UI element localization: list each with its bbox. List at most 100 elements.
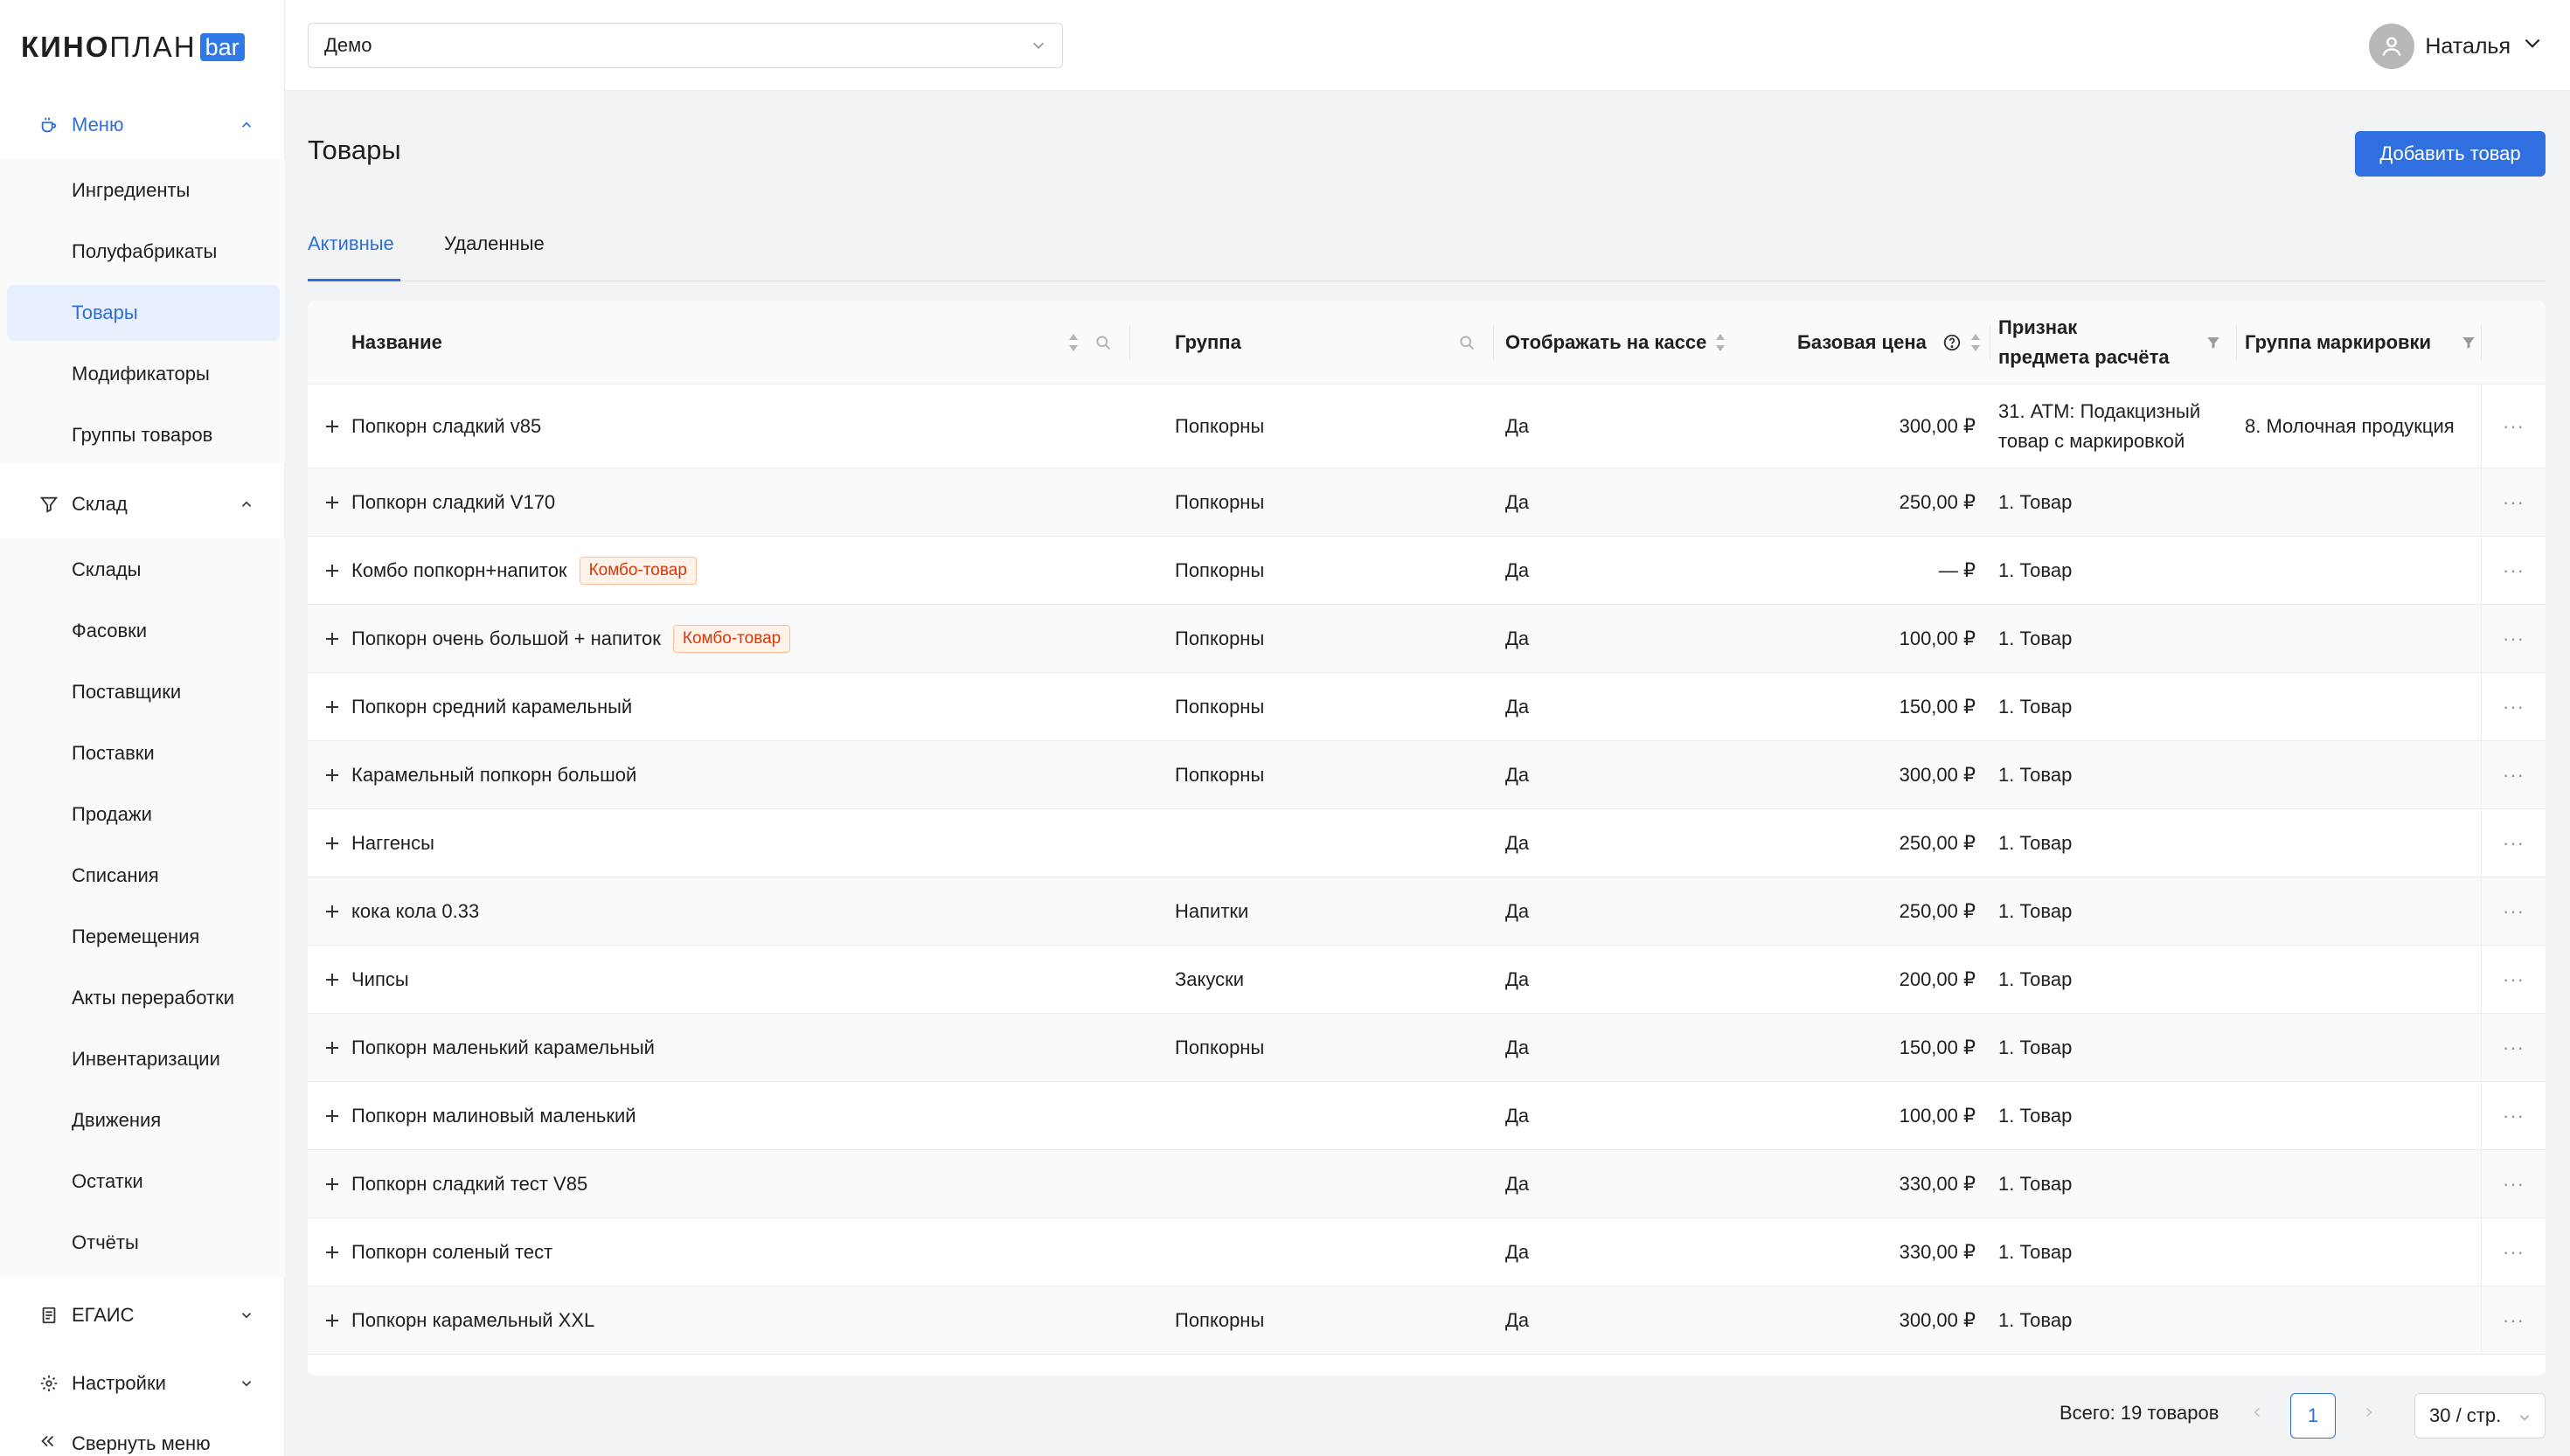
prev-page-button[interactable] [2245,1400,2269,1425]
sidebar-group-warehouse[interactable]: Склад [0,470,285,538]
product-name[interactable]: кока кола 0.33 [351,900,479,923]
more-icon[interactable]: ··· [2481,1014,2546,1081]
sidebar-item-reports[interactable]: Отчёты [7,1215,280,1271]
table-row[interactable]: Попкорн карамельный XXL Попкорны Да 300,00 … [308,1286,2546,1355]
more-icon[interactable]: ··· [2481,1218,2546,1286]
sidebar-item-transfers[interactable]: Перемещения [7,909,280,965]
product-name[interactable]: Попкорн сладкий v85 [351,415,541,438]
more-icon[interactable]: ··· [2481,468,2546,536]
plus-icon[interactable] [322,492,343,513]
more-icon[interactable]: ··· [2481,741,2546,808]
sidebar-item-packagings[interactable]: Фасовки [7,603,280,659]
product-name[interactable]: Попкорн маленький карамельный [351,1037,655,1059]
payment-subject-text: 1. Товар [1998,899,2073,922]
more-icon[interactable]: ··· [2481,877,2546,945]
table-row[interactable]: Карамельный попкорн большой Попкорны Да 300… [308,741,2546,809]
next-page-button[interactable] [2357,1400,2381,1425]
table-row[interactable]: Попкорн малиновый маленький Да 100,00 ₽ 1. … [308,1082,2546,1150]
product-name[interactable]: Чипсы [351,968,409,991]
sidebar-item-deliveries[interactable]: Поставки [7,725,280,781]
sidebar-item-processing-acts[interactable]: Акты переработки [7,970,280,1026]
sidebar-item-ingredients[interactable]: Ингредиенты [7,163,280,218]
sort-icon[interactable] [1712,329,1729,356]
sidebar-item-warehouses[interactable]: Склады [7,542,280,598]
cell-name: Попкорн сладкий тест V85 [351,1150,587,1217]
table-row[interactable]: Попкорн сладкий V170 Попкорны Да 250,00 ₽ 1.… [308,468,2546,537]
table-row[interactable]: кока кола 0.33 Напитки Да 250,00 ₽ 1. Товар ·… [308,877,2546,946]
table-row[interactable]: Попкорн сладкий тест V85 Да 330,00 ₽ 1. Тов… [308,1150,2546,1218]
plus-icon[interactable] [322,628,343,649]
sidebar-item-suppliers[interactable]: Поставщики [7,664,280,720]
table-row[interactable]: Попкорн маленький карамельный Попкорны Да 1… [308,1014,2546,1082]
sort-icon[interactable] [1065,329,1082,356]
table-row[interactable]: Комбо попкорн+напиток Комбо-товар Попкорны… [308,537,2546,605]
product-name[interactable]: Попкорн карамельный XXL [351,1309,594,1332]
tab-deleted[interactable]: Удаленные [444,232,545,281]
product-name[interactable]: Попкорн соленый тест [351,1241,552,1264]
table-row[interactable]: Попкорн сладкий v85 Попкорны Да 300,00 ₽ 31.… [308,385,2546,468]
filter-icon[interactable] [2203,329,2224,356]
sidebar-item-inventories[interactable]: Инвентаризации [7,1031,280,1087]
plus-icon[interactable] [322,969,343,990]
sidebar-group-settings[interactable]: Настройки [0,1349,285,1418]
plus-icon[interactable] [322,1037,343,1058]
help-icon[interactable] [1941,329,1963,356]
product-name[interactable]: Комбо попкорн+напиток [351,559,567,582]
more-icon[interactable]: ··· [2481,537,2546,604]
logo[interactable]: КИНО ПЛАН bar [21,30,245,65]
plus-icon[interactable] [322,901,343,922]
more-icon[interactable]: ··· [2481,605,2546,672]
page-button-current[interactable]: 1 [2290,1393,2336,1439]
product-name[interactable]: Наггенсы [351,832,434,855]
tab-active[interactable]: Активные [308,232,400,281]
sidebar-item-label: Склады [72,558,142,580]
sidebar-item-modifiers[interactable]: Модификаторы [7,346,280,402]
product-name[interactable]: Попкорн очень большой + напиток [351,627,661,650]
add-product-button[interactable]: Добавить товар [2355,131,2546,177]
more-icon[interactable]: ··· [2481,385,2546,468]
product-name[interactable]: Попкорн сладкий тест V85 [351,1173,587,1196]
sidebar-group-menu[interactable]: Меню [0,91,285,159]
sidebar-item-products[interactable]: Товары [7,285,280,341]
page-size-select[interactable]: 30 / стр. [2414,1393,2546,1439]
sidebar-item-sales[interactable]: Продажи [7,787,280,842]
more-icon[interactable]: ··· [2481,1150,2546,1217]
plus-icon[interactable] [322,1310,343,1331]
user-menu[interactable]: Наталья [2369,23,2544,70]
table-row[interactable]: Попкорн средний карамельный Попкорны Да 150… [308,673,2546,741]
cell-payment-subject: 1. Товар [1998,673,2072,740]
sidebar-group-egais[interactable]: ЕГАИС [0,1281,285,1349]
plus-icon[interactable] [322,560,343,581]
more-icon[interactable]: ··· [2481,1082,2546,1149]
collapse-menu-button[interactable]: Свернуть меню [0,1426,285,1456]
table-row[interactable]: Чипсы Закуски Да 200,00 ₽ 1. Товар ··· [308,946,2546,1014]
plus-icon[interactable] [322,1242,343,1263]
plus-icon[interactable] [322,416,343,437]
search-icon[interactable] [1093,329,1114,356]
sidebar-item-movements[interactable]: Движения [7,1092,280,1148]
product-name[interactable]: Попкорн средний карамельный [351,696,632,718]
sidebar-item-semi-finished[interactable]: Полуфабрикаты [7,224,280,280]
plus-icon[interactable] [322,1106,343,1127]
plus-icon[interactable] [322,697,343,718]
sort-icon[interactable] [1967,329,1984,356]
table-row[interactable]: Попкорн соленый тест Да 330,00 ₽ 1. Товар ··… [308,1218,2546,1286]
product-name[interactable]: Карамельный попкорн большой [351,764,636,787]
more-icon[interactable]: ··· [2481,809,2546,877]
filter-icon[interactable] [2458,329,2479,356]
cinema-select[interactable]: Демо [308,23,1063,68]
search-icon[interactable] [1456,329,1477,356]
sidebar-item-product-groups[interactable]: Группы товаров [7,407,280,463]
more-icon[interactable]: ··· [2481,673,2546,740]
plus-icon[interactable] [322,765,343,786]
product-name[interactable]: Попкорн сладкий V170 [351,491,555,514]
product-name[interactable]: Попкорн малиновый маленький [351,1105,636,1127]
more-icon[interactable]: ··· [2481,1286,2546,1354]
table-row[interactable]: Попкорн очень большой + напиток Комбо-тов… [308,605,2546,673]
sidebar-item-write-offs[interactable]: Списания [7,848,280,904]
table-row[interactable]: Наггенсы Да 250,00 ₽ 1. Товар ··· [308,809,2546,877]
more-icon[interactable]: ··· [2481,946,2546,1013]
sidebar-item-stock[interactable]: Остатки [7,1154,280,1210]
plus-icon[interactable] [322,833,343,854]
plus-icon[interactable] [322,1174,343,1195]
